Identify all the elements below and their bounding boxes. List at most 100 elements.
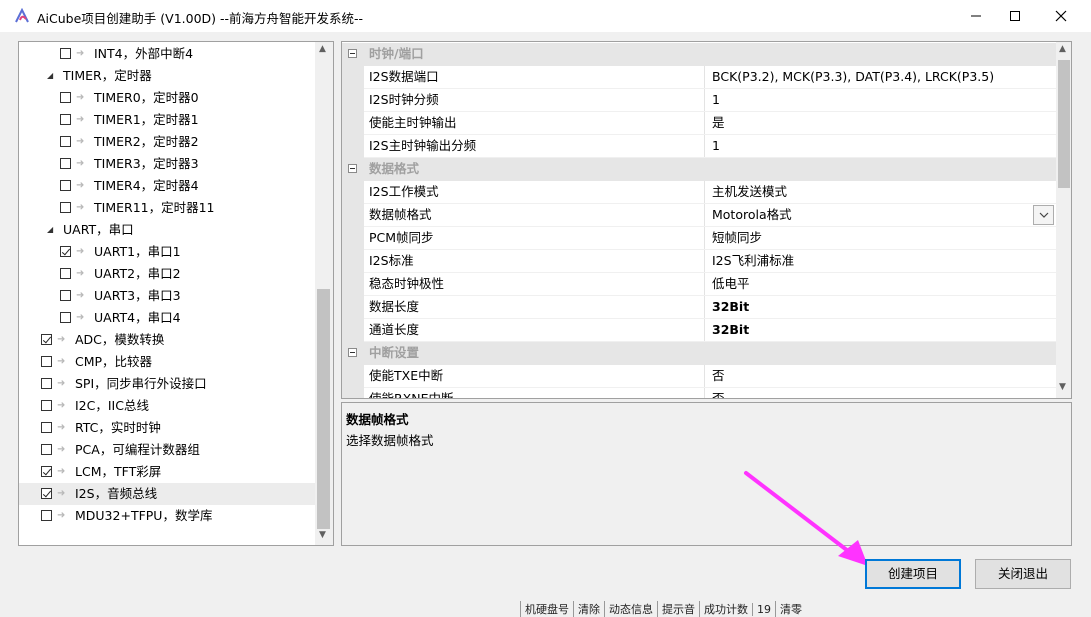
expand-toggle-icon[interactable]: ◢ — [47, 219, 57, 241]
property-row[interactable]: I2S标准 I2S飞利浦标准 — [342, 250, 1056, 273]
tree-item[interactable]: ➜ TIMER1，定时器1 — [19, 109, 315, 131]
property-row[interactable]: 使能主时钟输出是 — [342, 112, 1056, 135]
tree-item-checkbox[interactable] — [60, 202, 71, 213]
statusbar-item: 清除 — [573, 601, 604, 617]
property-value[interactable]: 32Bit — [712, 319, 749, 341]
property-row[interactable]: 数据长度 32Bit — [342, 296, 1056, 319]
scroll-down-icon[interactable]: ▼ — [1059, 382, 1066, 392]
tree-item[interactable]: ➜ UART3，串口3 — [19, 285, 315, 307]
tree-item-checkbox[interactable] — [41, 378, 52, 389]
property-value[interactable]: 32Bit — [712, 296, 749, 318]
tree-item-label: UART2，串口2 — [94, 266, 181, 281]
tree-item[interactable]: ➜ MDU32+TFPU，数学库 — [19, 505, 315, 527]
property-row[interactable]: 稳态时钟极性 低电平 — [342, 273, 1056, 296]
property-row[interactable]: I2S时钟分频 1 — [342, 89, 1056, 112]
tree-item-checkbox[interactable] — [41, 400, 52, 411]
item-arrow-icon: ➜ — [57, 378, 66, 389]
grid-scrollbar[interactable]: ▲ ▼ — [1056, 42, 1071, 398]
tree-item-label: ADC，模数转换 — [75, 332, 165, 347]
tree-item[interactable]: ➜ ADC，模数转换 — [19, 329, 315, 351]
tree-item[interactable]: ➜ TIMER3，定时器3 — [19, 153, 315, 175]
tree-item[interactable]: ➜ UART2，串口2 — [19, 263, 315, 285]
property-value[interactable]: 低电平 — [712, 273, 750, 295]
grid-category[interactable]: 时钟/端口 — [342, 43, 1056, 66]
tree-item-checkbox[interactable] — [41, 466, 52, 477]
tree-item-checkbox[interactable] — [41, 356, 52, 367]
grid-category[interactable]: 中断设置 — [342, 342, 1056, 365]
collapse-icon[interactable] — [348, 164, 357, 173]
grid-category[interactable]: 数据格式 — [342, 158, 1056, 181]
tree-item-checkbox[interactable] — [60, 92, 71, 103]
collapse-icon[interactable] — [348, 348, 357, 357]
scroll-up-icon[interactable]: ▲ — [319, 44, 326, 54]
tree-item[interactable]: ➜ SPI，同步串行外设接口 — [19, 373, 315, 395]
property-row[interactable]: I2S主时钟输出分频 1 — [342, 135, 1056, 158]
tree-item[interactable]: ➜ LCM，TFT彩屏 — [19, 461, 315, 483]
tree-item[interactable]: ➜ TIMER0，定时器0 — [19, 87, 315, 109]
property-value[interactable]: 否 — [712, 388, 725, 398]
property-row[interactable]: 使能TXE中断否 — [342, 365, 1056, 388]
property-grid[interactable]: ▲ ▼ 时钟/端口 I2S数据端口 BCK(P3.2), MCK(P3.3), DA… — [341, 41, 1072, 399]
close-exit-button[interactable]: 关闭退出 — [975, 559, 1071, 589]
tree-item-checkbox[interactable] — [60, 114, 71, 125]
tree-item-label: TIMER，定时器 — [63, 68, 152, 83]
tree-item-checkbox[interactable] — [60, 48, 71, 59]
tree-item-checkbox[interactable] — [60, 312, 71, 323]
tree-item[interactable]: ➜ TIMER4，定时器4 — [19, 175, 315, 197]
statusbar-item: 机硬盘号 — [520, 601, 573, 617]
tree-item[interactable]: ➜ I2S，音频总线 — [19, 483, 315, 505]
property-value[interactable]: 否 — [712, 365, 725, 387]
scroll-up-icon[interactable]: ▲ — [1059, 44, 1066, 54]
tree-item-checkbox[interactable] — [41, 488, 52, 499]
collapse-icon[interactable] — [348, 49, 357, 58]
tree-item-checkbox[interactable] — [41, 510, 52, 521]
property-value[interactable]: Motorola格式 — [712, 204, 792, 226]
peripheral-tree[interactable]: ▲ ▼ ➜ INT4，外部中断4 ◢ TIMER，定时器 ➜ TIMER0，定时器0 ➜ TI… — [18, 41, 334, 546]
property-value[interactable]: BCK(P3.2), MCK(P3.3), DAT(P3.4), LRCK(P3… — [712, 66, 994, 88]
tree-item-checkbox[interactable] — [60, 246, 71, 257]
property-value[interactable]: I2S飞利浦标准 — [712, 250, 794, 272]
tree-item[interactable]: ➜ INT4，外部中断4 — [19, 43, 315, 65]
tree-item-checkbox[interactable] — [60, 268, 71, 279]
tree-item-checkbox[interactable] — [60, 136, 71, 147]
tree-item[interactable]: ◢ TIMER，定时器 — [19, 65, 315, 87]
tree-scrollbar[interactable]: ▲ ▼ — [315, 42, 333, 545]
property-value[interactable]: 1 — [712, 89, 720, 111]
tree-item-checkbox[interactable] — [60, 180, 71, 191]
grid-scrollbar-thumb[interactable] — [1058, 60, 1070, 188]
tree-item[interactable]: ➜ UART1，串口1 — [19, 241, 315, 263]
tree-item-label: INT4，外部中断4 — [94, 46, 194, 61]
tree-item[interactable]: ➜ UART4，串口4 — [19, 307, 315, 329]
value-dropdown-button[interactable] — [1033, 205, 1054, 225]
property-row[interactable]: PCM帧同步 短帧同步 — [342, 227, 1056, 250]
tree-item[interactable]: ◢ UART，串口 — [19, 219, 315, 241]
property-row[interactable]: 通道长度 32Bit — [342, 319, 1056, 342]
tree-item[interactable]: ➜ CMP，比较器 — [19, 351, 315, 373]
tree-item-checkbox[interactable] — [41, 334, 52, 345]
property-row[interactable]: I2S工作模式 主机发送模式 — [342, 181, 1056, 204]
tree-item-checkbox[interactable] — [60, 158, 71, 169]
property-value[interactable]: 短帧同步 — [712, 227, 762, 249]
tree-item[interactable]: ➜ TIMER11，定时器11 — [19, 197, 315, 219]
property-value[interactable]: 1 — [712, 135, 720, 157]
property-value[interactable]: 是 — [712, 112, 725, 134]
tree-scrollbar-thumb[interactable] — [317, 289, 330, 529]
property-row[interactable]: 使能RXNE中断否 — [342, 388, 1056, 398]
expand-toggle-icon[interactable]: ◢ — [47, 65, 57, 87]
tree-item[interactable]: ➜ TIMER2，定时器2 — [19, 131, 315, 153]
property-value[interactable]: 主机发送模式 — [712, 181, 787, 203]
tree-item[interactable]: ➜ I2C，IIC总线 — [19, 395, 315, 417]
property-row[interactable]: 数据帧格式 Motorola格式 — [342, 204, 1056, 227]
row-gutter — [342, 181, 364, 204]
tree-item-checkbox[interactable] — [41, 444, 52, 455]
property-row[interactable]: I2S数据端口 BCK(P3.2), MCK(P3.3), DAT(P3.4), … — [342, 66, 1056, 89]
tree-item[interactable]: ➜ RTC，实时时钟 — [19, 417, 315, 439]
tree-item-checkbox[interactable] — [41, 422, 52, 433]
close-window-button[interactable] — [1038, 0, 1084, 32]
row-gutter — [342, 204, 364, 227]
scroll-down-icon[interactable]: ▼ — [319, 530, 326, 540]
create-project-button[interactable]: 创建项目 — [865, 559, 961, 589]
tree-item-checkbox[interactable] — [60, 290, 71, 301]
maximize-button[interactable] — [992, 0, 1038, 32]
tree-item[interactable]: ➜ PCA，可编程计数器组 — [19, 439, 315, 461]
